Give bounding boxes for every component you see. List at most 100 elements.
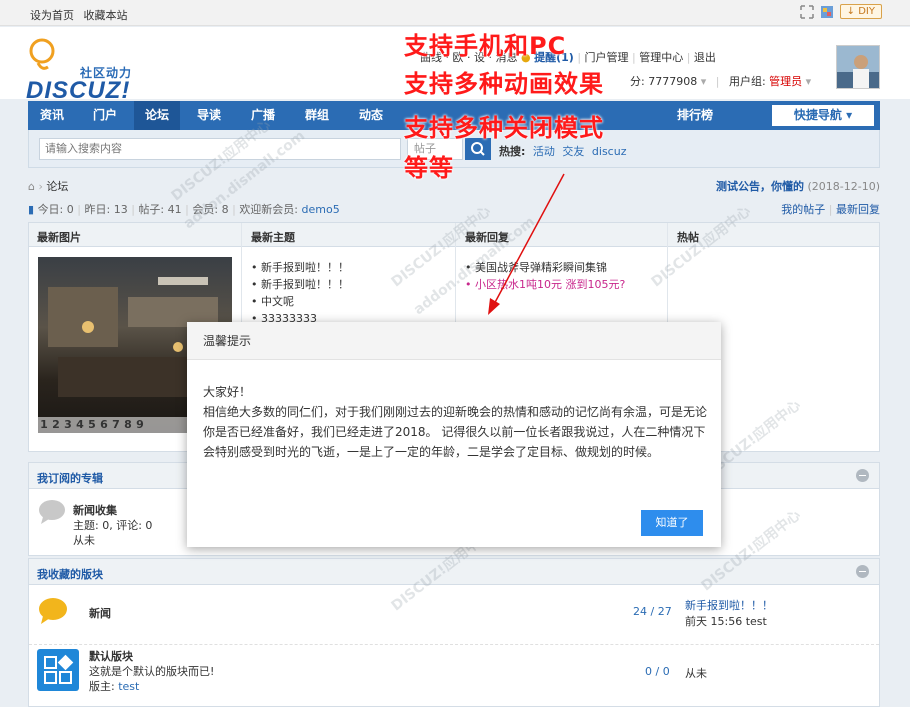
admin-center-link[interactable]: 管理中心 <box>639 51 683 64</box>
forum-stats: ▮ 今日: 0 | 昨日: 13 | 帖子: 41 | 会员: 8 | 欢迎新会… <box>28 203 340 216</box>
promo-arrow <box>488 173 565 315</box>
dialog-title: 温馨提示 <box>187 322 721 360</box>
forum-desc: 这就是个默认的版块而已! <box>89 665 215 678</box>
user-status: 分: 7777908 ▾ | 用户组: 管理员 ▾ <box>630 75 812 88</box>
forum-icon <box>37 597 69 628</box>
thread-title[interactable]: 新手报到啦！！！ <box>261 261 349 274</box>
promo-line: 支持手机和PC <box>404 32 567 60</box>
diy-button[interactable]: ↓ DIY <box>839 4 882 19</box>
collapse-icon[interactable] <box>856 469 869 482</box>
avatar[interactable] <box>836 45 880 89</box>
stat-value: 13 <box>113 203 128 216</box>
set-home-link[interactable]: 设为首页 <box>30 9 74 22</box>
list-item[interactable]: • 中文呢 <box>251 293 349 310</box>
group-label: 用户组: <box>728 75 766 88</box>
stat-label: 昨日: <box>84 203 111 216</box>
page-number[interactable]: 6 <box>98 417 110 433</box>
home-icon[interactable]: ⌂ <box>28 180 35 193</box>
nav-item-group[interactable]: 群组 <box>294 101 340 130</box>
site-logo[interactable]: 社区动力 DISCUZ! <box>26 37 166 104</box>
nav-item-guide[interactable]: 导读 <box>186 101 232 130</box>
promo-line: 支持多种动画效果 <box>404 70 604 98</box>
page-number[interactable]: 8 <box>122 417 134 433</box>
promo-line: 支持多种关闭模式 <box>404 114 604 142</box>
new-member-link[interactable]: demo5 <box>302 203 340 216</box>
page-number[interactable]: 1 <box>38 417 50 433</box>
page-number[interactable]: 4 <box>74 417 86 433</box>
stat-value: 41 <box>167 203 182 216</box>
breadcrumb-current[interactable]: 论坛 <box>46 180 68 193</box>
favorite-forums: 我收藏的版块 新闻 24 / 27 新手报到啦！！！ 前天 15:56 test… <box>28 558 880 707</box>
announcement: 测试公告，你懂的 (2018-12-10) <box>716 178 880 194</box>
announcement-date: (2018-12-10) <box>807 180 880 193</box>
theme-icon[interactable] <box>820 5 834 19</box>
forum-row[interactable]: 新闻 24 / 27 新手报到啦！！！ 前天 15:56 test <box>29 595 879 645</box>
my-posts-link[interactable]: 我的帖子 <box>781 203 825 216</box>
page-number[interactable]: 5 <box>86 417 98 433</box>
dialog-ok-button[interactable]: 知道了 <box>641 510 703 536</box>
default-forum-icon <box>37 649 79 691</box>
dialog-text: 相信绝大多数的同仁们，对于我们刚刚过去的迎新晚会的热情和感动的记忆尚有余温，可是… <box>203 405 708 459</box>
hot-word[interactable]: discuz <box>592 145 627 158</box>
forum-count: 24 / 27 <box>633 605 672 618</box>
latest-threads: • 新手报到啦！！！ • 新手报到啦！！！ • 中文呢 • 33333333 <box>251 259 349 327</box>
col-head-threads: 最新主题 <box>251 231 295 244</box>
stat-value: 0 <box>66 203 74 216</box>
forum-last-time: 前天 15:56 test <box>685 615 767 628</box>
page-number[interactable]: 7 <box>110 417 122 433</box>
announcement-text[interactable]: 测试公告，你懂的 <box>716 180 804 193</box>
page-number[interactable]: 3 <box>62 417 74 433</box>
hot-search-label: 热搜: <box>499 145 526 158</box>
breadcrumb: ⌂ › 论坛 <box>28 180 69 193</box>
top-links: 设为首页 收藏本站 <box>30 7 134 23</box>
forum-last-title[interactable]: 新手报到啦！！！ <box>685 597 773 613</box>
forum-count: 0 / 0 <box>645 665 670 678</box>
thread-title[interactable]: 新手报到啦！！！ <box>261 278 349 291</box>
forum-last-title: 从未 <box>685 667 707 680</box>
portal-mgmt-link[interactable]: 门户管理 <box>585 51 629 64</box>
collection-meta: 主题: 0, 评论: 0 <box>73 519 153 532</box>
list-item[interactable]: 新闻收集 主题: 0, 评论: 0 从未 <box>73 503 152 548</box>
col-head-images: 最新图片 <box>37 231 81 244</box>
forum-name[interactable]: 默认版块 <box>89 649 214 664</box>
nav-item-portal[interactable]: 门户 <box>82 101 128 130</box>
stat-label: 帖子: <box>138 203 165 216</box>
dialog-greeting: 大家好！ <box>203 385 252 399</box>
quick-nav-button[interactable]: 快捷导航 ▾ <box>772 105 874 126</box>
forum-row[interactable]: 默认版块 这就是个默认的版块而已! 版主: test 0 / 0 从未 <box>29 647 879 703</box>
section-title: 我收藏的版块 <box>37 568 103 581</box>
dialog-body: 大家好！ 相信绝大多数的同仁们，对于我们刚刚过去的迎新晚会的热情和感动的记忆尚有… <box>203 382 709 462</box>
latest-replies-link[interactable]: 最新回复 <box>836 203 880 216</box>
forum-info: 默认版块 这就是个默认的版块而已! 版主: test <box>89 649 214 694</box>
moderator-link[interactable]: test <box>118 680 139 693</box>
nav-item-forum[interactable]: 论坛 <box>134 101 180 130</box>
collection-name[interactable]: 新闻收集 <box>73 503 152 518</box>
page-number[interactable]: 9 <box>134 417 146 433</box>
welcome-label: 欢迎新会员: <box>239 203 299 216</box>
fullscreen-icon[interactable] <box>799 4 814 19</box>
moderator-label: 版主: <box>89 680 115 693</box>
promo-line: 等等 <box>404 154 454 182</box>
thread-title[interactable]: 中文呢 <box>261 295 294 308</box>
stat-label: 今日: <box>37 203 64 216</box>
list-item[interactable]: • 新手报到啦！！！ <box>251 276 349 293</box>
page-number[interactable]: 2 <box>50 417 62 433</box>
notice-dialog: 温馨提示 大家好！ 相信绝大多数的同仁们，对于我们刚刚过去的迎新晚会的热情和感动… <box>187 322 721 547</box>
points-dropdown[interactable]: 分: 7777908 <box>630 75 697 88</box>
group-value[interactable]: 管理员 <box>769 75 802 88</box>
list-item[interactable]: • 新手报到啦！！！ <box>251 259 349 276</box>
section-title: 我订阅的专辑 <box>37 472 103 485</box>
nav-item-feed[interactable]: 动态 <box>348 101 394 130</box>
logout-link[interactable]: 退出 <box>694 51 716 64</box>
forum-name[interactable]: 新闻 <box>89 605 111 621</box>
hot-word[interactable]: 活动 <box>533 145 555 158</box>
nav-item-news[interactable]: 资讯 <box>28 101 76 130</box>
collapse-icon[interactable] <box>856 565 869 578</box>
my-links: 我的帖子 | 最新回复 <box>781 203 880 216</box>
hot-word[interactable]: 交友 <box>562 145 584 158</box>
bookmark-link[interactable]: 收藏本站 <box>84 9 128 22</box>
collection-icon <box>37 499 67 528</box>
top-utility-bar: 设为首页 收藏本站 ↓ DIY <box>0 0 910 26</box>
top-tools: ↓ DIY <box>799 4 882 19</box>
nav-item-ranking[interactable]: 排行榜 <box>666 101 724 130</box>
